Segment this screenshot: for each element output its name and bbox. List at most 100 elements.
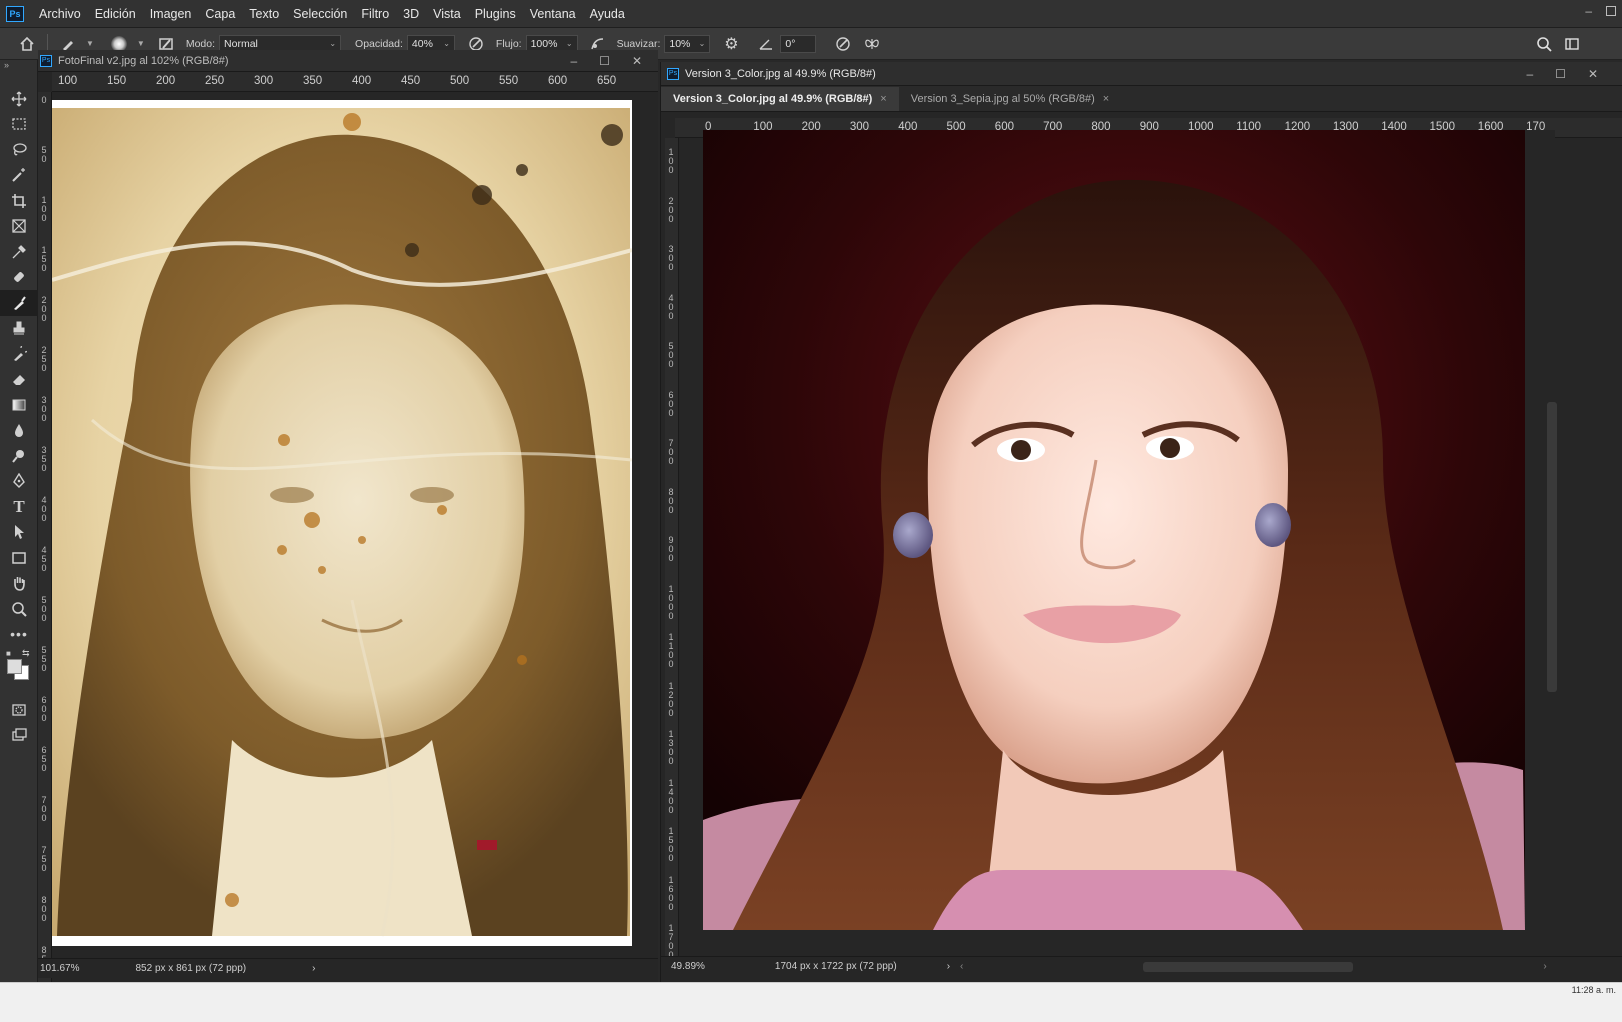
zoom-tool-icon[interactable] <box>0 596 38 622</box>
colorized-photo-canvas[interactable] <box>703 130 1525 930</box>
ruler-tick-label: 3 5 0 <box>41 445 47 473</box>
ruler-tick-label: 1 1 0 0 <box>668 632 674 669</box>
chevron-left-icon[interactable]: ‹ <box>960 961 963 972</box>
move-tool-icon[interactable] <box>0 86 38 112</box>
chevron-down-icon[interactable]: ▼ <box>137 39 145 48</box>
chevron-right-icon[interactable]: › <box>947 961 950 972</box>
blur-tool-icon[interactable] <box>0 418 38 444</box>
menu-item-edici-n[interactable]: Edición <box>88 0 143 28</box>
horizontal-scrollbar-thumb[interactable] <box>1143 961 1354 972</box>
document-title-bar[interactable]: Ps FotoFinal v2.jpg al 102% (RGB/8#) – ☐… <box>38 50 658 72</box>
document-window-left[interactable]: Ps FotoFinal v2.jpg al 102% (RGB/8#) – ☐… <box>38 50 658 1010</box>
menu-item-archivo[interactable]: Archivo <box>32 0 88 28</box>
home-icon[interactable] <box>16 33 38 55</box>
lasso-tool-icon[interactable] <box>0 137 38 163</box>
document-tab[interactable]: Version 3_Sepia.jpg al 50% (RGB/8#) × <box>899 87 1122 111</box>
vertical-scrollbar-thumb[interactable] <box>1547 402 1557 692</box>
zoom-level[interactable]: 49.89% <box>671 961 705 972</box>
search-icon[interactable] <box>1533 33 1555 55</box>
old-photo-canvas[interactable] <box>52 100 632 946</box>
dodge-tool-icon[interactable] <box>0 443 38 469</box>
menu-item-capa[interactable]: Capa <box>198 0 242 28</box>
tab-close-icon[interactable]: × <box>1103 93 1109 105</box>
menu-item-vista[interactable]: Vista <box>426 0 468 28</box>
pen-tool-icon[interactable] <box>0 469 38 495</box>
close-button[interactable]: ✕ <box>632 54 642 68</box>
status-bar: 49.89% 1704 px x 1722 px (72 ppp) › ‹ › <box>661 956 1622 976</box>
ruler-tick-label: 1 7 0 0 <box>668 923 674 959</box>
document-tab[interactable]: Version 3_Color.jpg al 49.9% (RGB/8#) × <box>661 87 899 111</box>
smoothing-field[interactable]: 10% ⌄ <box>664 34 711 53</box>
minimize-button[interactable]: – <box>570 54 577 68</box>
taskbar-clock[interactable]: 11:28 a. m. <box>1572 985 1616 995</box>
foreground-color-swatch[interactable] <box>7 659 22 674</box>
app-minimize-button[interactable]: – <box>1585 4 1592 18</box>
menu-item-ventana[interactable]: Ventana <box>523 0 583 28</box>
pressure-size-icon[interactable] <box>832 33 854 55</box>
path-selection-tool-icon[interactable] <box>0 520 38 546</box>
ruler-tick-label: 5 0 0 <box>668 341 674 369</box>
ruler-tick-label: 600 <box>548 75 568 87</box>
chevron-down-icon[interactable]: ▼ <box>86 39 94 48</box>
frame-tool-icon[interactable] <box>0 214 38 240</box>
document-window-right[interactable]: Ps Version 3_Color.jpg al 49.9% (RGB/8#)… <box>660 62 1622 982</box>
menu-item-imagen[interactable]: Imagen <box>143 0 199 28</box>
ruler-tick-label: 7 0 0 <box>41 795 47 823</box>
menu-item-selecci-n[interactable]: Selección <box>286 0 354 28</box>
crop-tool-icon[interactable] <box>0 188 38 214</box>
menu-item-filtro[interactable]: Filtro <box>354 0 396 28</box>
rectangle-tool-icon[interactable] <box>0 545 38 571</box>
ruler-tick-label: 1 0 0 <box>668 147 674 175</box>
zoom-level[interactable]: 101.67% <box>40 963 79 974</box>
ruler-tick-label: 3 0 0 <box>41 395 47 423</box>
symmetry-butterfly-icon[interactable] <box>861 33 883 55</box>
eraser-tool-icon[interactable] <box>0 367 38 393</box>
magic-wand-tool-icon[interactable] <box>0 163 38 189</box>
chevron-right-icon[interactable]: › <box>312 963 315 974</box>
collapse-panel-icon[interactable]: » <box>0 60 37 70</box>
vertical-ruler[interactable]: 1 0 0 2 0 0 3 0 0 4 0 0 5 0 0 6 0 0 7 0 0 8 0 0… <box>665 138 679 958</box>
vertical-ruler[interactable]: 0 5 0 1 0 0 1 5 0 2 0 0 2 5 0 3 0 0 3 5 0 4 0 0 4… <box>38 92 52 990</box>
menu-item-plugins[interactable]: Plugins <box>468 0 523 28</box>
screen-mode-icon[interactable] <box>0 723 38 749</box>
ruler-tick-label: 6 0 0 <box>41 695 47 723</box>
ruler-tick-label: 300 <box>254 75 274 87</box>
menu-item-ayuda[interactable]: Ayuda <box>583 0 632 28</box>
clone-stamp-tool-icon[interactable] <box>0 316 38 342</box>
swap-colors-icon[interactable]: ⇆ <box>22 648 30 659</box>
gear-icon[interactable]: ⚙ <box>720 33 742 55</box>
maximize-button[interactable]: ☐ <box>1555 67 1566 81</box>
tab-label: Version 3_Color.jpg al 49.9% (RGB/8#) <box>673 93 873 105</box>
flow-value: 100% <box>530 37 558 50</box>
horizontal-ruler[interactable]: 100 150 200 250 300 350 400 450 500 550 600 650 <box>52 72 658 92</box>
brush-tool-icon[interactable] <box>0 290 38 316</box>
color-swatches[interactable]: ■ ⇆ <box>0 647 37 697</box>
ruler-tick-label: 5 5 0 <box>41 645 47 673</box>
tab-close-icon[interactable]: × <box>880 93 886 105</box>
hand-tool-icon[interactable] <box>0 571 38 597</box>
ruler-tick-label: 2 0 0 <box>41 295 47 323</box>
ruler-tick-label: 400 <box>352 75 372 87</box>
document-title-bar[interactable]: Ps Version 3_Color.jpg al 49.9% (RGB/8#)… <box>661 62 1622 86</box>
quick-mask-icon[interactable] <box>0 697 38 723</box>
default-colors-icon[interactable]: ■ <box>6 649 11 658</box>
menu-item-3d[interactable]: 3D <box>396 0 426 28</box>
maximize-button[interactable]: ☐ <box>599 54 610 68</box>
menu-items: Archivo Edición Imagen Capa Texto Selección Fi… <box>32 0 632 28</box>
marquee-tool-icon[interactable] <box>0 112 38 138</box>
menu-item-texto[interactable]: Texto <box>242 0 286 28</box>
history-brush-tool-icon[interactable] <box>0 341 38 367</box>
minimize-button[interactable]: – <box>1526 67 1533 81</box>
type-tool-icon[interactable]: T <box>0 494 38 520</box>
ruler-tick-label: 1 0 0 0 <box>668 583 674 621</box>
chevron-right-icon[interactable]: › <box>1543 961 1546 972</box>
close-button[interactable]: ✕ <box>1588 67 1598 81</box>
eyedropper-tool-icon[interactable] <box>0 239 38 265</box>
app-restore-icon[interactable] <box>1606 6 1616 16</box>
gradient-tool-icon[interactable] <box>0 392 38 418</box>
more-tools-icon[interactable]: ••• <box>0 622 38 648</box>
angle-field[interactable]: 0° <box>780 34 817 53</box>
workspace-icon[interactable] <box>1561 33 1583 55</box>
healing-brush-tool-icon[interactable] <box>0 265 38 291</box>
chevron-down-icon: ⌄ <box>329 39 337 48</box>
